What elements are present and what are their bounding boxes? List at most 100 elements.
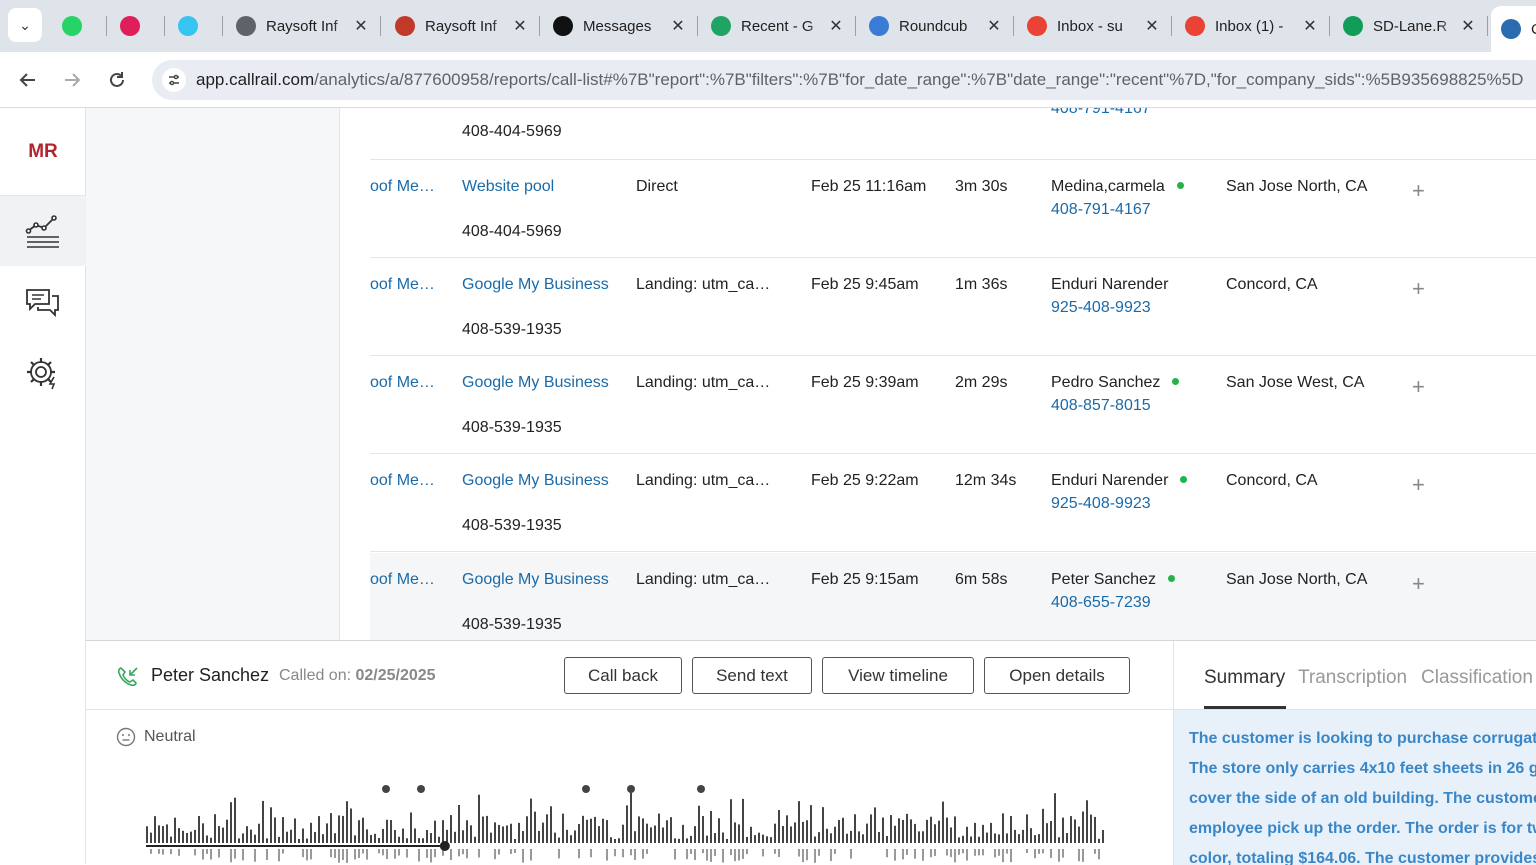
waveform-bar-lower bbox=[150, 849, 152, 854]
waveform-bar-lower bbox=[818, 849, 820, 856]
waveform-bar bbox=[370, 834, 372, 843]
callrail-icon bbox=[1501, 19, 1521, 39]
browser-tab[interactable]: Raysoft Inf ✕ bbox=[226, 8, 378, 44]
site-info-icon[interactable] bbox=[162, 68, 186, 92]
waveform-bar bbox=[610, 837, 612, 843]
back-arrow-icon[interactable] bbox=[12, 64, 44, 96]
open-details-button[interactable]: Open details bbox=[984, 657, 1130, 694]
audio-waveform-player[interactable] bbox=[144, 781, 1114, 865]
caller-number-link[interactable]: 925-408-9923 bbox=[1051, 299, 1151, 317]
nav-settings[interactable] bbox=[0, 338, 86, 408]
add-tag-icon[interactable]: + bbox=[1412, 178, 1425, 204]
table-row[interactable]: oof Me… Google My Business Landing: utm_ca… bbox=[370, 553, 1536, 640]
close-tab-icon[interactable]: ✕ bbox=[667, 16, 689, 36]
source-link-text: Google My Business bbox=[462, 571, 609, 588]
browser-tab[interactable] bbox=[52, 8, 104, 44]
forward-arrow-icon[interactable] bbox=[56, 64, 88, 96]
waveform-bar bbox=[906, 813, 908, 843]
source-link[interactable]: Google My Business bbox=[462, 276, 609, 294]
campaign-cell[interactable]: oof Me… bbox=[370, 571, 435, 589]
table-row[interactable]: oof Me… Google My Business Landing: utm_ca… bbox=[370, 454, 1536, 552]
close-tab-icon[interactable]: ✕ bbox=[983, 16, 1005, 36]
caller-number-link[interactable]: 408-655-7239 bbox=[1051, 594, 1151, 612]
waveform-bar bbox=[286, 831, 288, 843]
campaign-cell[interactable]: oof Me… bbox=[370, 374, 435, 392]
table-row[interactable]: oof Me… Google My Business Landing: utm_ca… bbox=[370, 356, 1536, 454]
waveform-bar-lower bbox=[254, 849, 256, 862]
address-bar[interactable]: app.callrail.com/analytics/a/877600958/r… bbox=[152, 60, 1536, 100]
close-tab-icon[interactable]: ✕ bbox=[509, 16, 531, 36]
waveform-bar bbox=[694, 826, 696, 843]
nav-analytics[interactable] bbox=[0, 196, 86, 266]
date-cell: Feb 25 9:39am bbox=[811, 374, 919, 392]
keyword-marker[interactable] bbox=[582, 785, 590, 793]
waveform-bar-lower bbox=[722, 849, 724, 863]
caller-number-link[interactable]: 408-791-4167 bbox=[1051, 108, 1151, 118]
gmail-icon bbox=[1185, 16, 1205, 36]
browser-tab[interactable]: Raysoft Inf ✕ bbox=[385, 8, 537, 44]
add-tag-icon[interactable]: + bbox=[1412, 374, 1425, 400]
campaign-cell[interactable]: oof Me… bbox=[370, 178, 435, 196]
waveform-bar-lower bbox=[510, 849, 512, 854]
close-tab-icon[interactable]: ✕ bbox=[350, 16, 372, 36]
call-back-button[interactable]: Call back bbox=[564, 657, 682, 694]
tab-classification[interactable]: Classification bbox=[1421, 667, 1533, 689]
waveform-bar-lower bbox=[330, 849, 332, 858]
playhead-handle[interactable] bbox=[439, 841, 450, 851]
source-link[interactable]: Google My Business bbox=[462, 571, 609, 589]
waveform-bar bbox=[498, 824, 500, 843]
nav-conversations[interactable] bbox=[0, 268, 86, 338]
browser-tab[interactable]: Inbox - su ✕ bbox=[1017, 8, 1169, 44]
browser-tab[interactable] bbox=[110, 8, 162, 44]
tab-transcription[interactable]: Transcription bbox=[1298, 667, 1407, 689]
caller-name-cell: Enduri Narender bbox=[1051, 472, 1188, 490]
waveform-bar bbox=[754, 835, 756, 843]
close-tab-icon[interactable]: ✕ bbox=[1299, 16, 1321, 36]
raysoft-icon bbox=[395, 16, 415, 36]
send-text-button[interactable]: Send text bbox=[692, 657, 812, 694]
caller-number-link[interactable]: 408-791-4167 bbox=[1051, 201, 1151, 219]
caller-number-link[interactable]: 925-408-9923 bbox=[1051, 495, 1151, 513]
source-link[interactable]: Website pool bbox=[462, 178, 554, 196]
browser-tab[interactable]: SD-Lane.R ✕ bbox=[1333, 8, 1485, 44]
browser-tab[interactable]: Inbox (1) - ✕ bbox=[1175, 8, 1327, 44]
add-tag-icon[interactable]: + bbox=[1412, 472, 1425, 498]
campaign-cell-text: oof Me… bbox=[370, 276, 435, 293]
table-row[interactable]: 408-404-5969 408-791-4167 bbox=[370, 108, 1536, 160]
table-row[interactable]: oof Me… Website pool Direct Feb 25 11:16am 3… bbox=[370, 160, 1536, 258]
add-tag-icon[interactable]: + bbox=[1412, 276, 1425, 302]
reload-icon[interactable] bbox=[101, 64, 133, 96]
source-link[interactable]: Google My Business bbox=[462, 472, 609, 490]
waveform-bar bbox=[846, 833, 848, 843]
browser-tab[interactable]: Recent - G ✕ bbox=[701, 8, 853, 44]
waveform-bar-lower bbox=[1094, 849, 1096, 854]
table-row[interactable]: oof Me… Google My Business Landing: utm_ca… bbox=[370, 258, 1536, 356]
user-avatar[interactable]: MR bbox=[0, 108, 86, 196]
browser-tab[interactable]: C bbox=[1491, 6, 1536, 52]
tab-separator bbox=[106, 16, 107, 36]
add-tag-icon[interactable]: + bbox=[1412, 571, 1425, 597]
waveform-bar-lower bbox=[998, 849, 1000, 856]
close-tab-icon[interactable]: ✕ bbox=[825, 16, 847, 36]
close-tab-icon[interactable]: ✕ bbox=[1457, 16, 1479, 36]
browser-tab-strip: ⌄ Raysoft Inf ✕ Raysoft Inf ✕ Messages ✕ Recen… bbox=[0, 0, 1536, 52]
waveform-bar bbox=[586, 819, 588, 843]
medium-cell: Landing: utm_ca… bbox=[636, 472, 770, 490]
keyword-marker[interactable] bbox=[627, 785, 635, 793]
waveform-bar-lower bbox=[830, 849, 832, 862]
keyword-marker[interactable] bbox=[417, 785, 425, 793]
tab-summary[interactable]: Summary bbox=[1204, 667, 1285, 689]
close-tab-icon[interactable]: ✕ bbox=[1141, 16, 1163, 36]
browser-tab[interactable] bbox=[168, 8, 220, 44]
browser-tab[interactable]: Messages ✕ bbox=[543, 8, 695, 44]
source-link[interactable]: Google My Business bbox=[462, 374, 609, 392]
campaign-cell[interactable]: oof Me… bbox=[370, 472, 435, 490]
campaign-cell[interactable]: oof Me… bbox=[370, 276, 435, 294]
grid-gutter bbox=[340, 108, 370, 640]
caller-number-link[interactable]: 408-857-8015 bbox=[1051, 397, 1151, 415]
tab-search-chevron-icon[interactable]: ⌄ bbox=[8, 8, 42, 42]
view-timeline-button[interactable]: View timeline bbox=[822, 657, 974, 694]
keyword-marker[interactable] bbox=[382, 785, 390, 793]
browser-tab[interactable]: Roundcub ✕ bbox=[859, 8, 1011, 44]
keyword-marker[interactable] bbox=[697, 785, 705, 793]
